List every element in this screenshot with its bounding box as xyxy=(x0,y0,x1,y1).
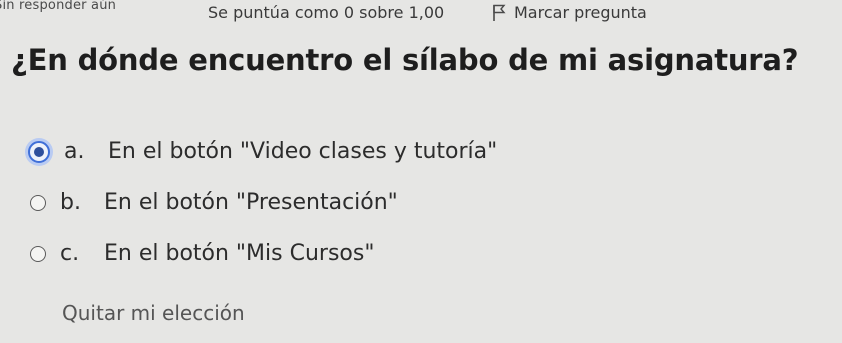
answer-b-radio[interactable] xyxy=(30,194,46,211)
answer-option-a[interactable]: a. En el botón "Video clases y tutoría" xyxy=(26,139,497,164)
flag-question-label: Marcar pregunta xyxy=(514,3,647,22)
answer-c-radio[interactable] xyxy=(30,245,46,262)
answer-option-b[interactable]: b. En el botón "Presentación" xyxy=(26,190,398,215)
answer-a-text: En el botón "Video clases y tutoría" xyxy=(108,139,498,164)
clear-choice-link[interactable]: Quitar mi elección xyxy=(62,301,245,325)
answer-c-letter: c. xyxy=(60,241,80,266)
answer-a-letter: a. xyxy=(64,139,85,164)
flag-icon xyxy=(492,4,506,22)
question-status: Sin responder aún xyxy=(0,0,117,13)
answer-option-c[interactable]: c. En el botón "Mis Cursos" xyxy=(26,241,374,266)
answer-a-radio[interactable] xyxy=(28,140,50,163)
question-text: ¿En dónde encuentro el sílabo de mi asig… xyxy=(11,43,799,77)
answer-b-letter: b. xyxy=(60,190,81,215)
answer-c-text: En el botón "Mis Cursos" xyxy=(104,241,375,266)
question-grade: Se puntúa como 0 sobre 1,00 xyxy=(208,3,445,22)
question-info-bar: Sin responder aún Se puntúa como 0 sobre… xyxy=(0,0,842,24)
answer-b-text: En el botón "Presentación" xyxy=(104,190,398,215)
flag-question-button[interactable]: Marcar pregunta xyxy=(492,3,647,22)
